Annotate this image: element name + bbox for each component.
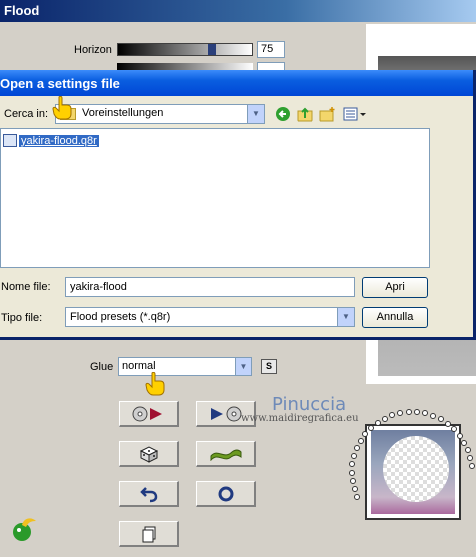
dice-icon [139, 445, 158, 463]
random-button[interactable] [119, 441, 179, 467]
preset-file-icon [3, 134, 17, 147]
file-type-select[interactable]: Flood presets (*.q8r) ▼ [65, 307, 355, 327]
frame-dot [351, 486, 358, 493]
flaming-pear-logo-icon [13, 518, 36, 541]
frame-dot [357, 437, 364, 444]
frame-dot [456, 432, 463, 439]
frame-dot [464, 447, 471, 454]
wave-button[interactable] [196, 441, 256, 467]
file-type-label: Tipo file: [1, 312, 43, 324]
look-in-label: Cerca in: [4, 108, 49, 120]
wave-icon [210, 449, 241, 461]
thumbnail-image [371, 430, 455, 514]
horizon-label: Horizon [74, 44, 112, 56]
glue-select-value: normal [122, 360, 156, 372]
frame-dot [468, 463, 475, 470]
look-in-select[interactable]: Voreinstellungen ▼ [55, 104, 265, 124]
horizon-slider[interactable] [117, 43, 253, 56]
undo-arrow-icon [139, 486, 157, 502]
look-in-value: Voreinstellungen [82, 107, 164, 119]
horizon-value-field[interactable]: 75 [257, 41, 285, 58]
copy-pages-icon [142, 526, 155, 542]
thumbnail-circle [383, 436, 449, 502]
file-name-field[interactable]: yakira-flood [65, 277, 355, 297]
play-disc-icon [210, 406, 241, 421]
hand-pointer-icon [145, 372, 165, 396]
open-button[interactable]: Apri [362, 277, 428, 298]
ring-icon [218, 486, 233, 501]
watermark-url: www.maidiregrafica.eu [241, 413, 359, 424]
frame-dot [461, 439, 468, 446]
file-item-name[interactable]: yakira-flood.q8r [19, 134, 99, 147]
undo-button[interactable] [119, 481, 179, 507]
new-folder-icon[interactable] [319, 106, 335, 122]
reset-button[interactable] [196, 481, 256, 507]
glue-label: Glue [90, 361, 114, 373]
file-type-value: Flood presets (*.q8r) [70, 311, 171, 323]
open-settings-dialog: Open a settings file Cerca in: Voreinste… [0, 70, 476, 340]
frame-dot [444, 420, 451, 427]
copy-button[interactable] [119, 521, 179, 547]
glue-select[interactable]: normal ▼ [118, 357, 252, 376]
s-button[interactable]: S [261, 359, 277, 374]
second-value-field[interactable] [257, 62, 285, 70]
horizon-slider-thumb[interactable] [208, 44, 216, 55]
back-arrow-icon[interactable] [275, 106, 291, 122]
chevron-down-icon[interactable]: ▼ [337, 308, 354, 326]
disc-play-icon [132, 406, 162, 421]
open-preset-button[interactable] [119, 401, 179, 427]
file-name-label: Nome file: [1, 281, 51, 293]
dialog-title: Open a settings file [0, 70, 473, 96]
thumbnail-preview [365, 424, 461, 520]
hand-pointer-icon [52, 96, 72, 120]
flood-window-title: Flood [0, 0, 476, 22]
frame-dot [349, 469, 355, 476]
frame-dot [381, 415, 388, 422]
watermark-brand: Pinuccia [272, 394, 347, 415]
cancel-button[interactable]: Annulla [362, 307, 428, 328]
view-menu-icon[interactable] [343, 106, 367, 122]
chevron-down-icon[interactable]: ▼ [247, 105, 264, 123]
list-item[interactable]: yakira-flood.q8r [3, 133, 99, 148]
frame-dot [349, 478, 356, 485]
frame-dot [374, 419, 381, 426]
frame-dot [405, 409, 412, 416]
up-folder-icon[interactable] [297, 106, 313, 122]
chevron-down-icon[interactable]: ▼ [235, 358, 251, 375]
file-list[interactable]: yakira-flood.q8r [0, 128, 430, 268]
